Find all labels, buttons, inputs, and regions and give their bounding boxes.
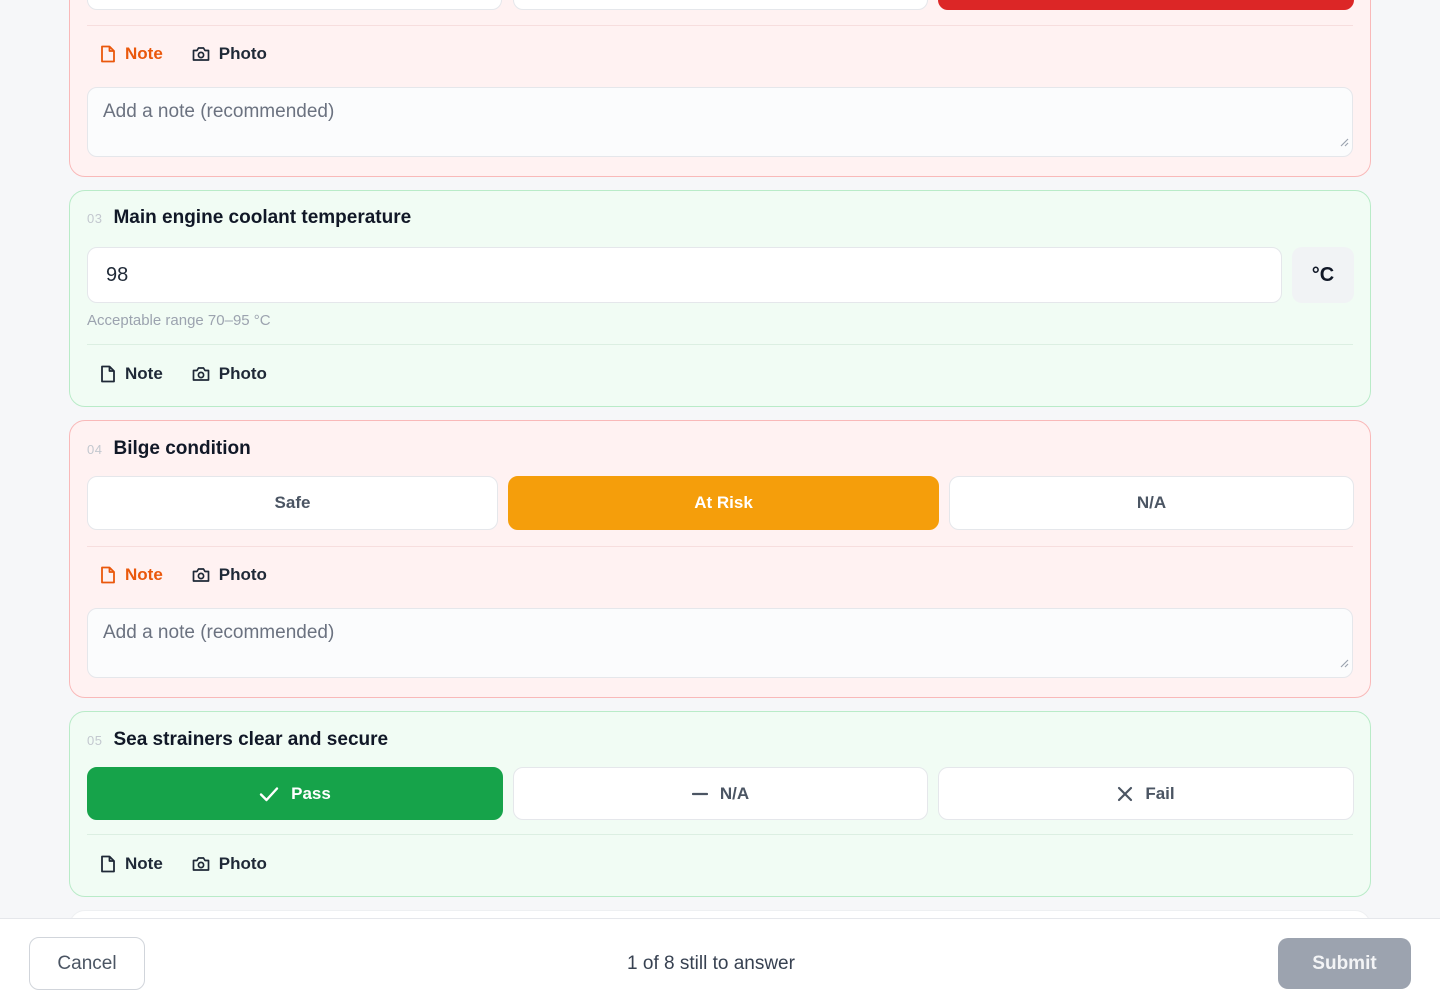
question-number: 04 bbox=[87, 442, 103, 457]
progress-text: 1 of 8 still to answer bbox=[627, 953, 795, 974]
submit-button[interactable]: Submit bbox=[1278, 938, 1411, 989]
note-icon bbox=[100, 855, 116, 873]
photo-button[interactable]: Photo bbox=[192, 565, 267, 585]
temperature-input[interactable]: 98 bbox=[87, 247, 1282, 303]
note-label: Note bbox=[125, 44, 163, 63]
photo-button[interactable]: Photo bbox=[192, 854, 267, 874]
note-placeholder: Add a note (recommended) bbox=[103, 622, 335, 643]
option-label: N/A bbox=[719, 783, 750, 803]
question-number: 05 bbox=[87, 733, 103, 748]
attachment-actions: Note Photo bbox=[100, 44, 267, 64]
divider bbox=[87, 25, 1353, 26]
photo-label: Photo bbox=[218, 854, 267, 873]
option-pass-button[interactable]: Pass bbox=[87, 767, 503, 820]
acceptable-range-hint: Acceptable range 70–95 °C bbox=[87, 312, 271, 329]
resize-grip-icon[interactable] bbox=[1339, 652, 1349, 674]
option-pass-button[interactable] bbox=[87, 0, 502, 10]
option-label: Fail bbox=[1145, 783, 1175, 803]
camera-icon bbox=[192, 366, 210, 382]
question-header: 05 Sea strainers clear and secure bbox=[87, 729, 388, 751]
note-textarea[interactable]: Add a note (recommended) bbox=[87, 87, 1353, 157]
checklist-viewport: Note Photo Add a note (recommended) 03 M… bbox=[0, 0, 1440, 1006]
question-card-02: Note Photo Add a note (recommended) bbox=[69, 0, 1371, 177]
note-label: Note bbox=[125, 565, 163, 584]
question-card-04: 04 Bilge condition Safe At Risk N/A Note… bbox=[69, 420, 1371, 698]
attachment-actions: Note Photo bbox=[100, 854, 267, 874]
unit-label: °C bbox=[1292, 247, 1354, 303]
divider bbox=[87, 344, 1353, 345]
note-button[interactable]: Note bbox=[100, 44, 163, 64]
check-icon bbox=[259, 786, 279, 802]
note-label: Note bbox=[125, 364, 163, 383]
x-icon bbox=[1117, 786, 1133, 802]
option-safe-button[interactable]: Safe bbox=[87, 476, 498, 530]
question-title: Sea strainers clear and secure bbox=[113, 729, 389, 750]
question-header: 03 Main engine coolant temperature bbox=[87, 207, 411, 229]
option-at-risk-button[interactable]: At Risk bbox=[508, 476, 939, 530]
question-header: 04 Bilge condition bbox=[87, 438, 251, 460]
note-textarea[interactable]: Add a note (recommended) bbox=[87, 608, 1353, 678]
question-number: 03 bbox=[87, 211, 103, 226]
note-placeholder: Add a note (recommended) bbox=[103, 101, 335, 122]
minus-icon bbox=[691, 792, 708, 796]
photo-button[interactable]: Photo bbox=[192, 44, 267, 64]
photo-label: Photo bbox=[218, 44, 267, 63]
option-fail-button[interactable]: Fail bbox=[938, 767, 1354, 820]
divider bbox=[87, 546, 1353, 547]
note-icon bbox=[100, 45, 116, 63]
question-title: Bilge condition bbox=[113, 438, 251, 459]
attachment-actions: Note Photo bbox=[100, 364, 267, 384]
camera-icon bbox=[192, 856, 210, 872]
note-button[interactable]: Note bbox=[100, 364, 163, 384]
temperature-value: 98 bbox=[106, 263, 129, 286]
option-na-button[interactable] bbox=[513, 0, 928, 10]
attachment-actions: Note Photo bbox=[100, 565, 267, 585]
note-button[interactable]: Note bbox=[100, 854, 163, 874]
photo-label: Photo bbox=[218, 565, 267, 584]
note-button[interactable]: Note bbox=[100, 565, 163, 585]
footer-bar: Cancel 1 of 8 still to answer Submit bbox=[0, 918, 1440, 1006]
question-card-03: 03 Main engine coolant temperature 98 °C… bbox=[69, 190, 1371, 407]
resize-grip-icon[interactable] bbox=[1339, 131, 1349, 153]
note-icon bbox=[100, 566, 116, 584]
divider bbox=[87, 834, 1353, 835]
photo-button[interactable]: Photo bbox=[192, 364, 267, 384]
camera-icon bbox=[192, 46, 210, 62]
photo-label: Photo bbox=[218, 364, 267, 383]
camera-icon bbox=[192, 567, 210, 583]
option-fail-button[interactable] bbox=[938, 0, 1354, 10]
option-na-button[interactable]: N/A bbox=[949, 476, 1354, 530]
question-title: Main engine coolant temperature bbox=[113, 207, 412, 228]
option-label: Pass bbox=[291, 783, 331, 803]
option-na-button[interactable]: N/A bbox=[513, 767, 928, 820]
question-card-05: 05 Sea strainers clear and secure Pass N… bbox=[69, 711, 1371, 897]
note-icon bbox=[100, 365, 116, 383]
note-label: Note bbox=[125, 854, 163, 873]
